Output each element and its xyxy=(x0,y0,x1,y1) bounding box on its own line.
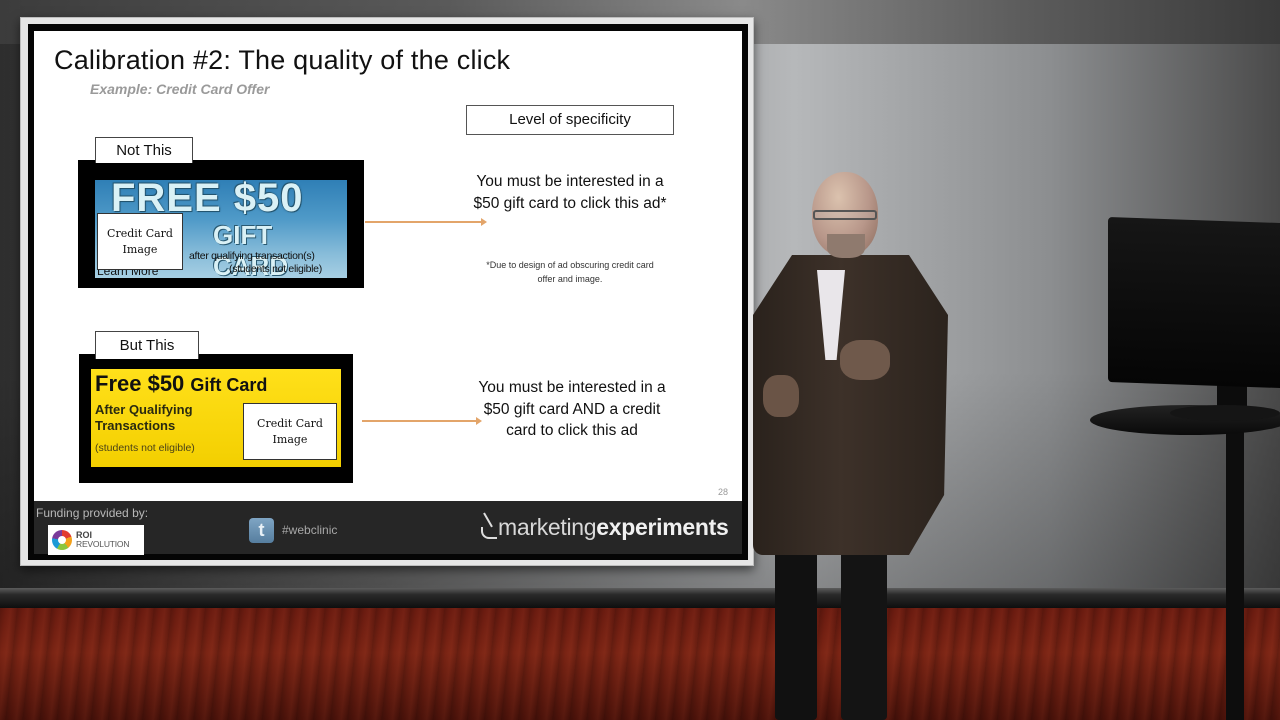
slide-footer: Funding provided by: ROI REVOLUTION t #w… xyxy=(34,501,742,555)
ad-not-line1: after qualifying transaction(s) xyxy=(189,250,315,262)
roi-revolution-logo: ROI REVOLUTION xyxy=(48,525,144,555)
arrow-right-icon xyxy=(365,218,487,226)
ad-but-this: Free $50 Gift Card After Qualifying Tran… xyxy=(79,354,353,483)
slide: Calibration #2: The quality of the click… xyxy=(34,31,742,501)
credit-card-image-placeholder: Credit Card Image xyxy=(97,213,183,270)
slide-subtitle: Example: Credit Card Offer xyxy=(90,81,270,97)
twitter-icon: t xyxy=(249,518,274,543)
hashtag: #webclinic xyxy=(282,523,338,537)
monitor xyxy=(1108,216,1280,389)
monitor-base xyxy=(1170,405,1280,421)
ad-but-headline-big: Free $50 xyxy=(95,371,185,396)
presenter-glasses xyxy=(813,210,877,220)
but-this-label: But This xyxy=(95,331,199,359)
brand-light: marketing xyxy=(498,514,597,540)
roi-logo-text: ROI REVOLUTION xyxy=(76,531,129,549)
specificity-label: Level of specificity xyxy=(466,105,674,135)
ad-but-students: (students not eligible) xyxy=(95,442,195,454)
video-stage: Calibration #2: The quality of the click… xyxy=(0,0,1280,720)
presenter xyxy=(745,170,955,720)
presenter-hand xyxy=(840,340,890,380)
explanation-but-this: You must be interested in a $50 gift car… xyxy=(478,379,666,439)
ad-but-this-banner: Free $50 Gift Card After Qualifying Tran… xyxy=(91,369,341,467)
not-this-label: Not This xyxy=(95,137,193,163)
presenter-leg-left xyxy=(775,550,817,720)
arrow-right-icon xyxy=(362,417,482,425)
ad-but-headline-small: Gift Card xyxy=(190,375,268,395)
presenter-leg-right xyxy=(841,550,887,720)
ad-not-this-banner: FREE $50 GIFT CARD after qualifying tran… xyxy=(95,180,347,278)
roi-ring-icon xyxy=(52,530,72,550)
roi-logo-line2: REVOLUTION xyxy=(76,539,130,549)
wood-floor xyxy=(0,608,1280,720)
explanation-not-this: You must be interested in a $50 gift car… xyxy=(473,173,667,212)
slide-title: Calibration #2: The quality of the click xyxy=(54,45,511,75)
brand-bold: experiments xyxy=(596,514,729,540)
slide-page-number: 28 xyxy=(717,487,728,497)
baseboard xyxy=(0,588,1280,610)
presenter-beard xyxy=(827,234,865,258)
footnote: *Due to design of ad obscuring credit ca… xyxy=(486,260,654,284)
ad-not-line2: (students not eligible) xyxy=(229,263,322,275)
ad-not-this: FREE $50 GIFT CARD after qualifying tran… xyxy=(78,160,364,288)
presentation-screen: Calibration #2: The quality of the click… xyxy=(20,17,754,566)
table-leg xyxy=(1226,428,1244,720)
funding-label: Funding provided by: xyxy=(36,506,149,520)
ad-but-headline: Free $50 Gift Card xyxy=(95,371,267,397)
microscope-icon xyxy=(479,513,497,541)
credit-card-image-placeholder: Credit Card Image xyxy=(243,403,337,460)
marketing-experiments-logo: marketing experiments xyxy=(479,513,729,541)
presenter-hand xyxy=(763,375,799,417)
ad-but-after: After Qualifying Transactions xyxy=(95,402,193,433)
